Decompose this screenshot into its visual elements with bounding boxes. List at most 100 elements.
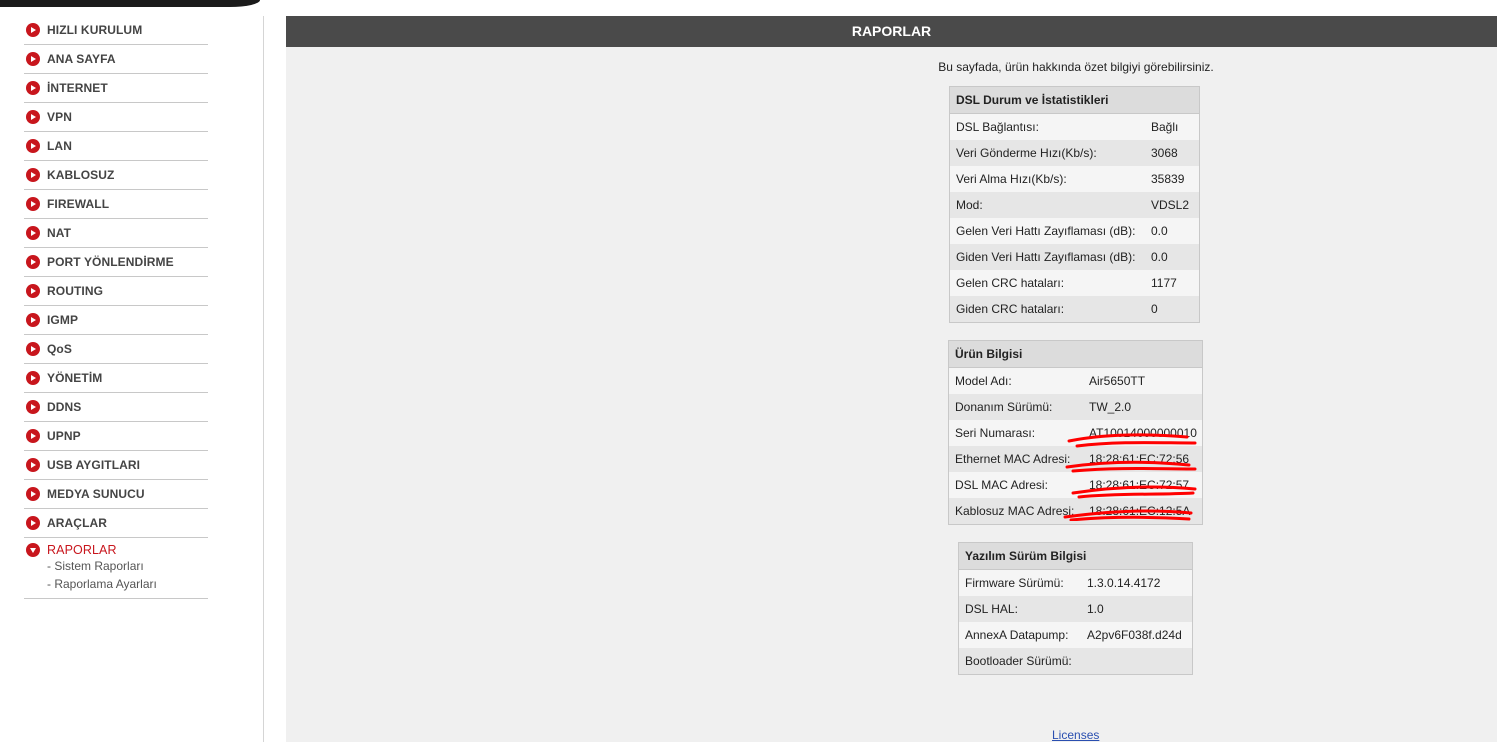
row-value: 1.3.0.14.4172 [1087, 576, 1161, 590]
sidebar-item-raporlar-header[interactable]: RAPORLAR [24, 543, 208, 557]
row-value: A2pv6F038f.d24d [1087, 628, 1182, 642]
arrow-right-icon [26, 81, 40, 95]
row-value: Bağlı [1151, 120, 1179, 134]
row-value: TW_2.0 [1089, 400, 1132, 414]
sidebar-subitem-sistem-raporlari[interactable]: - Sistem Raporları [47, 557, 208, 575]
sidebar-item-upnp[interactable]: UPNP [24, 422, 208, 451]
arrow-right-icon [26, 284, 40, 298]
arrow-right-icon [26, 516, 40, 530]
arrow-right-icon [26, 400, 40, 414]
info-row: Mod: VDSL2 [950, 192, 1199, 218]
info-row: Ethernet MAC Adresi: 18:28:61:EC:72:56 [949, 446, 1202, 472]
sidebar-item-label: MEDYA SUNUCU [47, 487, 145, 501]
sidebar-item-label: USB AYGITLARI [47, 458, 141, 472]
sidebar-divider [263, 16, 264, 742]
sidebar-item-label: NAT [47, 226, 72, 240]
arrow-right-icon [26, 168, 40, 182]
row-value: 1177 [1151, 276, 1177, 290]
row-key: Veri Gönderme Hızı(Kb/s): [956, 146, 1097, 160]
arrow-right-icon [26, 487, 40, 501]
sidebar-item-internet[interactable]: İNTERNET [24, 74, 208, 103]
info-row: Veri Alma Hızı(Kb/s): 35839 [950, 166, 1199, 192]
sidebar-nav: HIZLI KURULUM ANA SAYFA İNTERNET VPN LAN… [24, 16, 208, 599]
row-key: DSL Bağlantısı: [956, 120, 1039, 134]
row-key: DSL HAL: [965, 602, 1018, 616]
info-row: Donanım Sürümü: TW_2.0 [949, 394, 1202, 420]
intro-text: Bu sayfada, ürün hakkında özet bilgiyi g… [938, 60, 1214, 74]
row-key: Donanım Sürümü: [955, 400, 1053, 414]
product-info-panel: Ürün Bilgisi Model Adı: Air5650TT Donanım… [948, 340, 1203, 525]
info-row: Firmware Sürümü: 1.3.0.14.4172 [959, 570, 1192, 596]
row-value: AT10014000000010 [1089, 426, 1197, 440]
info-row: Gelen Veri Hattı Zayıflaması (dB): 0.0 [950, 218, 1199, 244]
sidebar-item-igmp[interactable]: IGMP [24, 306, 208, 335]
row-key: Bootloader Sürümü: [965, 654, 1072, 668]
sidebar-item-kablosuz[interactable]: KABLOSUZ [24, 161, 208, 190]
page-title: RAPORLAR [286, 16, 1497, 47]
sidebar-item-label: ROUTING [47, 284, 104, 298]
panel-title: Ürün Bilgisi [949, 341, 1202, 368]
row-value: 1.0 [1087, 602, 1104, 616]
sidebar-item-firewall[interactable]: FIREWALL [24, 190, 208, 219]
sidebar-item-araclar[interactable]: ARAÇLAR [24, 509, 208, 538]
info-row: Veri Gönderme Hızı(Kb/s): 3068 [950, 140, 1199, 166]
licenses-link[interactable]: Licenses [1052, 728, 1099, 742]
arrow-right-icon [26, 226, 40, 240]
sidebar-item-ana-sayfa[interactable]: ANA SAYFA [24, 45, 208, 74]
sidebar-item-label: YÖNETİM [47, 371, 103, 385]
row-key: Firmware Sürümü: [965, 576, 1064, 590]
sidebar-item-label: LAN [47, 139, 72, 153]
sidebar-item-nat[interactable]: NAT [24, 219, 208, 248]
row-key: DSL MAC Adresi: [955, 478, 1048, 492]
arrow-right-icon [26, 139, 40, 153]
row-key: Veri Alma Hızı(Kb/s): [956, 172, 1067, 186]
sidebar-item-usb-aygitlari[interactable]: USB AYGITLARI [24, 451, 208, 480]
sidebar-item-port-yonlendirme[interactable]: PORT YÖNLENDİRME [24, 248, 208, 277]
info-row: DSL MAC Adresi: 18:28:61:EC:72:57 [949, 472, 1202, 498]
row-key: Giden Veri Hattı Zayıflaması (dB): [956, 250, 1136, 264]
sidebar-item-label: RAPORLAR [47, 543, 117, 557]
top-tab-decoration [0, 0, 260, 7]
info-row: Kablosuz MAC Adresi: 18:28:61:EC:12:5A [949, 498, 1202, 524]
sidebar-item-ddns[interactable]: DDNS [24, 393, 208, 422]
row-key: Kablosuz MAC Adresi: [955, 504, 1075, 518]
sidebar-item-raporlar: RAPORLAR - Sistem Raporları - Raporlama … [24, 538, 208, 599]
sidebar-item-vpn[interactable]: VPN [24, 103, 208, 132]
sidebar-item-label: DDNS [47, 400, 82, 414]
arrow-right-icon [26, 371, 40, 385]
arrow-down-icon [26, 543, 40, 557]
row-key: Gelen CRC hataları: [956, 276, 1065, 290]
sidebar-item-label: VPN [47, 110, 72, 124]
row-value: 0 [1151, 302, 1158, 316]
panel-title: DSL Durum ve İstatistikleri [950, 87, 1199, 114]
info-row: DSL Bağlantısı: Bağlı [950, 114, 1199, 140]
sidebar-item-yonetim[interactable]: YÖNETİM [24, 364, 208, 393]
info-row: Bootloader Sürümü: [959, 648, 1192, 674]
arrow-right-icon [26, 52, 40, 66]
sidebar-item-routing[interactable]: ROUTING [24, 277, 208, 306]
info-row: DSL HAL: 1.0 [959, 596, 1192, 622]
sidebar-item-hizli-kurulum[interactable]: HIZLI KURULUM [24, 16, 208, 45]
sidebar-subitem-raporlama-ayarlari[interactable]: - Raporlama Ayarları [47, 575, 208, 593]
sidebar-item-label: QoS [47, 342, 72, 356]
row-key: Seri Numarası: [955, 426, 1036, 440]
sidebar-item-label: ARAÇLAR [47, 516, 108, 530]
row-value: 18:28:61:EC:72:57 [1089, 478, 1190, 492]
sidebar-item-label: ANA SAYFA [47, 52, 116, 66]
info-row: Model Adı: Air5650TT [949, 368, 1202, 394]
row-key: Giden CRC hataları: [956, 302, 1065, 316]
panel-title: Yazılım Sürüm Bilgisi [959, 543, 1192, 570]
sidebar-item-qos[interactable]: QoS [24, 335, 208, 364]
sidebar-item-label: UPNP [47, 429, 81, 443]
arrow-right-icon [26, 313, 40, 327]
sidebar-item-medya-sunucu[interactable]: MEDYA SUNUCU [24, 480, 208, 509]
row-value: 0.0 [1151, 250, 1168, 264]
sidebar-item-label: İNTERNET [47, 81, 108, 95]
sidebar-item-label: HIZLI KURULUM [47, 23, 143, 37]
dsl-status-panel: DSL Durum ve İstatistikleri DSL Bağlantı… [949, 86, 1200, 323]
row-key: AnnexA Datapump: [965, 628, 1069, 642]
sidebar-item-lan[interactable]: LAN [24, 132, 208, 161]
info-row: Gelen CRC hataları: 1177 [950, 270, 1199, 296]
row-value: 35839 [1151, 172, 1185, 186]
row-value: 3068 [1151, 146, 1178, 160]
